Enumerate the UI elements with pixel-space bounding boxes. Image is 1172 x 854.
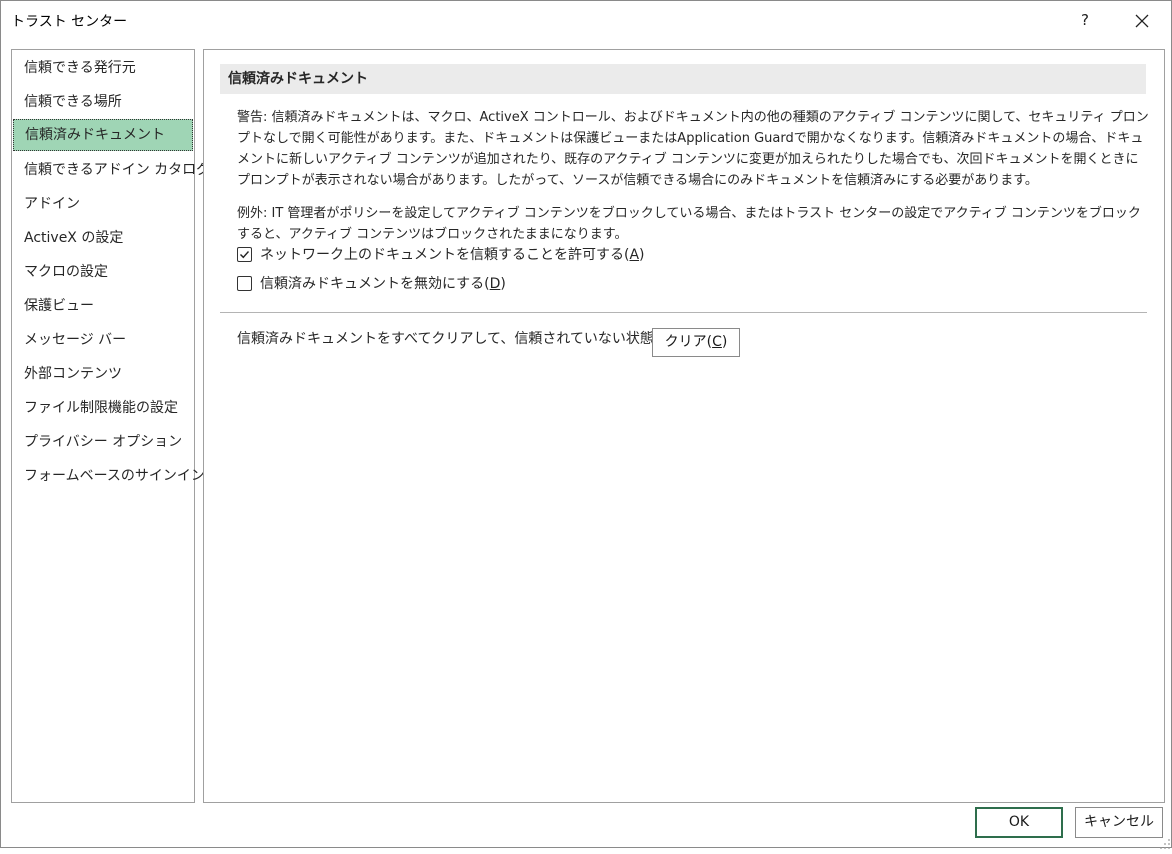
sidebar-item-protected-view[interactable]: 保護ビュー xyxy=(12,289,194,323)
sidebar-item-addins[interactable]: アドイン xyxy=(12,187,194,221)
window-title: トラスト センター xyxy=(11,14,128,30)
sidebar-item-message-bar[interactable]: メッセージ バー xyxy=(12,323,194,357)
allow-network-documents-label: ネットワーク上のドキュメントを信頼することを許可する(A) xyxy=(260,247,645,263)
settings-panel: 信頼済みドキュメント 警告: 信頼済みドキュメントは、マクロ、ActiveX コ… xyxy=(203,49,1165,803)
sidebar-item-activex-settings[interactable]: ActiveX の設定 xyxy=(12,221,194,255)
divider xyxy=(220,312,1147,313)
sidebar-item-file-block-settings[interactable]: ファイル制限機能の設定 xyxy=(12,391,194,425)
sidebar-item-trusted-locations[interactable]: 信頼できる場所 xyxy=(12,85,194,119)
ok-button[interactable]: OK xyxy=(975,807,1063,838)
resize-grip-icon[interactable] xyxy=(1159,835,1171,849)
sidebar-item-privacy-options[interactable]: プライバシー オプション xyxy=(12,425,194,459)
sidebar-item-form-based-signin[interactable]: フォームベースのサインイン xyxy=(12,459,205,493)
sidebar-item-trusted-publishers[interactable]: 信頼できる発行元 xyxy=(12,51,194,85)
allow-network-documents-checkbox[interactable] xyxy=(237,247,252,262)
clear-button[interactable]: クリア(C) xyxy=(652,328,740,357)
cancel-button[interactable]: キャンセル xyxy=(1075,807,1163,838)
close-button[interactable] xyxy=(1125,5,1159,37)
exception-text: 例外: IT 管理者がポリシーを設定してアクティブ コンテンツをブロックしている… xyxy=(237,206,1141,242)
sidebar-item-trusted-addin-catalogs[interactable]: 信頼できるアドイン カタログ xyxy=(12,153,210,187)
trust-center-dialog: トラスト センター ? 信頼できる発行元 信頼できる場所 信頼済みドキュメント … xyxy=(0,0,1172,849)
warning-text: 警告: 信頼済みドキュメントは、マクロ、ActiveX コントロール、およびドキ… xyxy=(237,110,1149,188)
close-icon xyxy=(1135,14,1149,28)
section-header: 信頼済みドキュメント xyxy=(220,64,1146,94)
disable-trusted-documents-checkbox[interactable] xyxy=(237,276,252,291)
clear-trusted-documents-text: 信頼済みドキュメントをすべてクリアして、信頼されていない状態にする xyxy=(237,331,697,347)
title-bar: トラスト センター ? xyxy=(1,1,1171,41)
disable-trusted-documents-label: 信頼済みドキュメントを無効にする(D) xyxy=(260,276,506,292)
sidebar-item-macro-settings[interactable]: マクロの設定 xyxy=(12,255,194,289)
help-button[interactable]: ? xyxy=(1069,5,1101,37)
category-sidebar: 信頼できる発行元 信頼できる場所 信頼済みドキュメント 信頼できるアドイン カタ… xyxy=(11,49,210,803)
sidebar-item-trusted-documents[interactable]: 信頼済みドキュメント xyxy=(13,119,193,151)
checkmark-icon xyxy=(240,251,250,259)
sidebar-item-external-content[interactable]: 外部コンテンツ xyxy=(12,357,194,391)
